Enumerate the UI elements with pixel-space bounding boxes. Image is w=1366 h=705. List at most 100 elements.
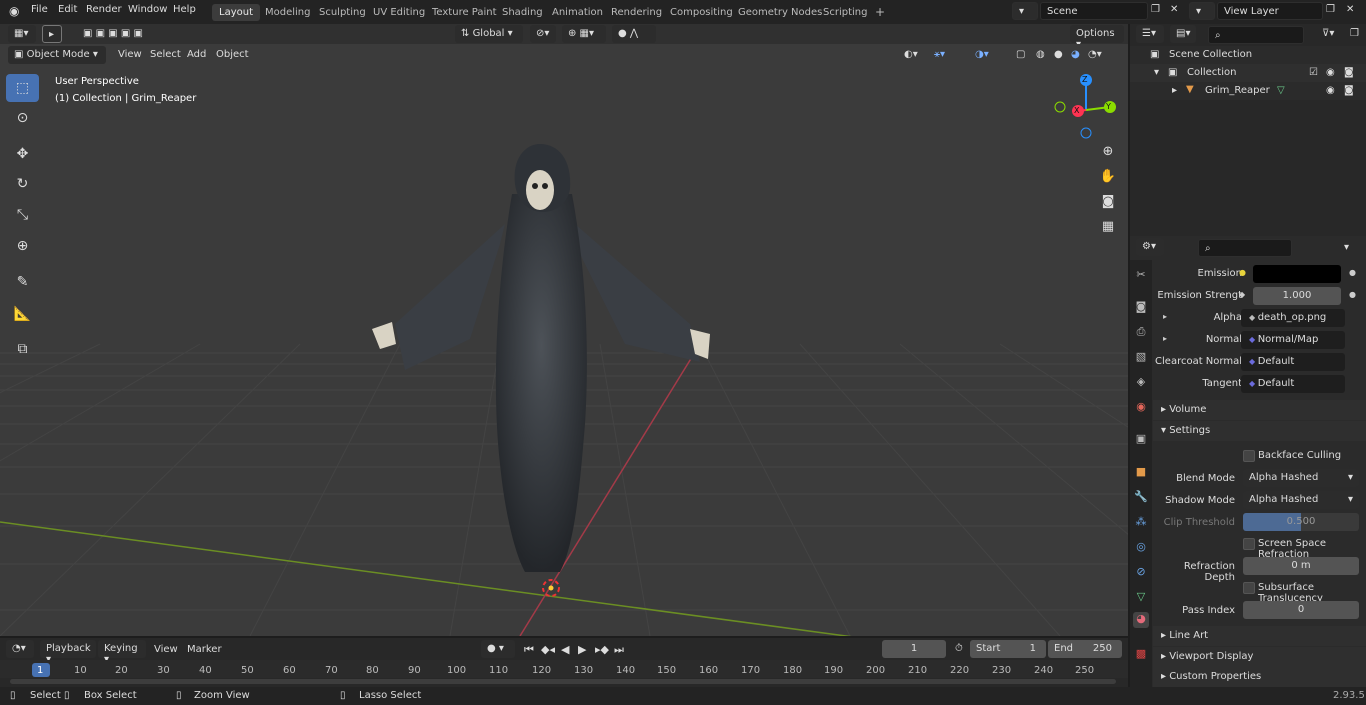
pan-hand-icon[interactable]: ✋ [1097,166,1119,188]
delete-scene-icon[interactable]: ✕ [1170,4,1178,15]
socket-icon[interactable]: ● [1239,268,1246,277]
data-tab-icon[interactable]: ▽ [1133,590,1149,606]
move-tool-icon[interactable]: ✥ [6,140,39,168]
pass-index-field[interactable]: 0 [1243,601,1359,619]
view-layer-tab-icon[interactable]: ▧ [1133,350,1149,366]
tab-modeling[interactable]: Modeling [258,4,318,21]
rotate-tool-icon[interactable]: ↻ [6,170,39,198]
zoom-icon[interactable]: ⊕ [1097,141,1119,163]
timeline-editor-icon[interactable]: ◔▾ [6,640,34,658]
tab-geometry-nodes[interactable]: Geometry Nodes [731,4,829,21]
scene-browse-icon[interactable]: ▾ [1012,2,1038,20]
keyframe-dot-icon[interactable]: ● [1349,268,1356,277]
menu-view[interactable]: View [118,49,142,60]
end-frame-field[interactable]: End 250 [1048,640,1122,658]
outliner-row-scene-collection[interactable]: ▣ Scene Collection [1130,46,1366,64]
play-icon[interactable]: ▶ [578,643,586,656]
next-keyframe-icon[interactable]: ▸◆ [595,643,609,656]
shading-solid-icon[interactable]: ● [1054,49,1063,60]
outliner-row-grim-reaper[interactable]: ▸ ▼ Grim_Reaper ▽ ◉ ◙ [1130,82,1366,100]
tab-layout[interactable]: Layout [212,4,260,21]
add-cube-tool-icon[interactable]: ⧉ [6,335,39,363]
cursor-tool-icon[interactable]: ⊙ [6,104,39,132]
outliner-search-input[interactable]: ⌕ [1208,26,1304,44]
world-tab-icon[interactable]: ◉ [1133,400,1149,416]
clearcoat-normal-field[interactable]: ◆ Default [1241,353,1345,371]
material-tab-icon[interactable]: ◕ [1133,612,1149,628]
scene-name-field[interactable]: Scene [1040,2,1148,20]
menu-render[interactable]: Render [86,4,122,15]
select-box-tool-icon[interactable]: ⬚ [6,74,39,102]
socket-icon[interactable]: ◆ [1239,290,1245,299]
exclude-checkbox-icon[interactable]: ☑ [1309,67,1318,78]
emission-strength-field[interactable]: 1.000 [1253,287,1341,305]
timeline-menu-view[interactable]: View [154,644,178,655]
menu-edit[interactable]: Edit [58,4,77,15]
shading-rendered-icon[interactable]: ◔▾ [1088,49,1102,60]
options-dropdown[interactable]: Options ▾ [1070,25,1124,50]
blend-mode-select[interactable]: Alpha Hashed ▾ [1243,469,1359,487]
timeline-menu-marker[interactable]: Marker [187,644,222,655]
subsurface-translucency-checkbox[interactable] [1243,582,1255,594]
measure-tool-icon[interactable]: 📐 [6,300,39,328]
shading-material-icon[interactable]: ◕ [1071,49,1080,60]
navigation-gizmo[interactable]: Z Y X [1048,72,1124,148]
camera-icon[interactable]: ◙ [1097,191,1119,213]
view-layer-field[interactable]: View Layer [1217,2,1323,20]
tangent-field[interactable]: ◆ Default [1241,375,1345,393]
object-tab-icon[interactable]: ■ [1133,465,1149,481]
play-reverse-icon[interactable]: ◀ [561,643,569,656]
xray-icon[interactable]: ▢ [1016,49,1025,60]
particles-tab-icon[interactable]: ⁂ [1133,515,1149,531]
menu-object[interactable]: Object [216,49,249,60]
new-collection-icon[interactable]: ❐ [1350,28,1359,39]
alpha-input-field[interactable]: ◆ death_op.png [1241,309,1345,327]
annotate-tool-icon[interactable]: ✎ [6,268,39,296]
display-mode-icon[interactable]: ▤▾ [1170,25,1196,43]
prev-keyframe-icon[interactable]: ◆◂ [541,643,555,656]
record-icon[interactable]: ● ▾ [481,640,515,658]
eye-icon[interactable]: ◉ [1326,67,1335,78]
expand-icon[interactable]: ▸ [1163,334,1167,343]
keying-menu[interactable]: Keying ▾ [98,640,146,665]
screen-space-refraction-checkbox[interactable] [1243,538,1255,550]
tab-uv-editing[interactable]: UV Editing [366,4,432,21]
scene-tab-icon[interactable]: ◈ [1133,375,1149,391]
tab-animation[interactable]: Animation [545,4,610,21]
snap-icon[interactable]: ⊕ ▦▾ [562,25,606,43]
current-frame-field[interactable]: 1 [882,640,946,658]
3d-viewport[interactable]: User Perspective (1) Collection | Grim_R… [0,44,1128,636]
custom-properties-panel-header[interactable]: ▸ Custom Properties [1153,667,1366,687]
playback-menu[interactable]: Playback ▾ [40,640,96,665]
line-art-panel-header[interactable]: ▸ Line Art [1153,626,1366,646]
expand-icon[interactable]: ▸ [1163,312,1167,321]
volume-panel-header[interactable]: ▸ Volume [1153,400,1366,420]
menu-add[interactable]: Add [187,49,206,60]
properties-search-input[interactable]: ⌕ [1198,239,1292,257]
delete-view-layer-icon[interactable]: ✕ [1346,4,1354,15]
filter-icon[interactable]: ⊽▾ [1322,28,1334,39]
new-scene-icon[interactable]: ❐ [1151,4,1160,15]
shading-wireframe-icon[interactable]: ◍ [1036,49,1045,60]
normal-input-field[interactable]: ◆ Normal/Map [1241,331,1345,349]
keyframe-dot-icon[interactable]: ● [1349,290,1356,299]
refraction-depth-field[interactable]: 0 m [1243,557,1359,575]
modifier-tab-icon[interactable]: 🔧 [1133,490,1149,506]
jump-end-icon[interactable]: ⏭ [614,643,624,657]
tool-tab-icon[interactable]: ✂ [1133,268,1149,284]
output-tab-icon[interactable]: ⎙ [1133,325,1149,341]
physics-tab-icon[interactable]: ◎ [1133,540,1149,556]
pivot-point-icon[interactable]: ⊘▾ [530,25,556,43]
tab-scripting[interactable]: Scripting [816,4,874,21]
menu-select[interactable]: Select [150,49,181,60]
gizmo-toggle-icon[interactable]: ⚹▾ [934,49,945,60]
grid-ortho-icon[interactable]: ▦ [1097,216,1119,238]
add-workspace-icon[interactable]: + [868,2,892,19]
mode-select[interactable]: ▣ Object Mode ▾ [8,46,106,64]
jump-start-icon[interactable]: ⏮ [524,643,534,657]
tab-sculpting[interactable]: Sculpting [312,4,373,21]
menu-help[interactable]: Help [173,4,196,15]
texture-tab-icon[interactable]: ▩ [1133,647,1149,663]
timeline-scrollbar[interactable] [10,679,1116,684]
editor-type-icon[interactable]: ▦▾ [8,25,36,43]
